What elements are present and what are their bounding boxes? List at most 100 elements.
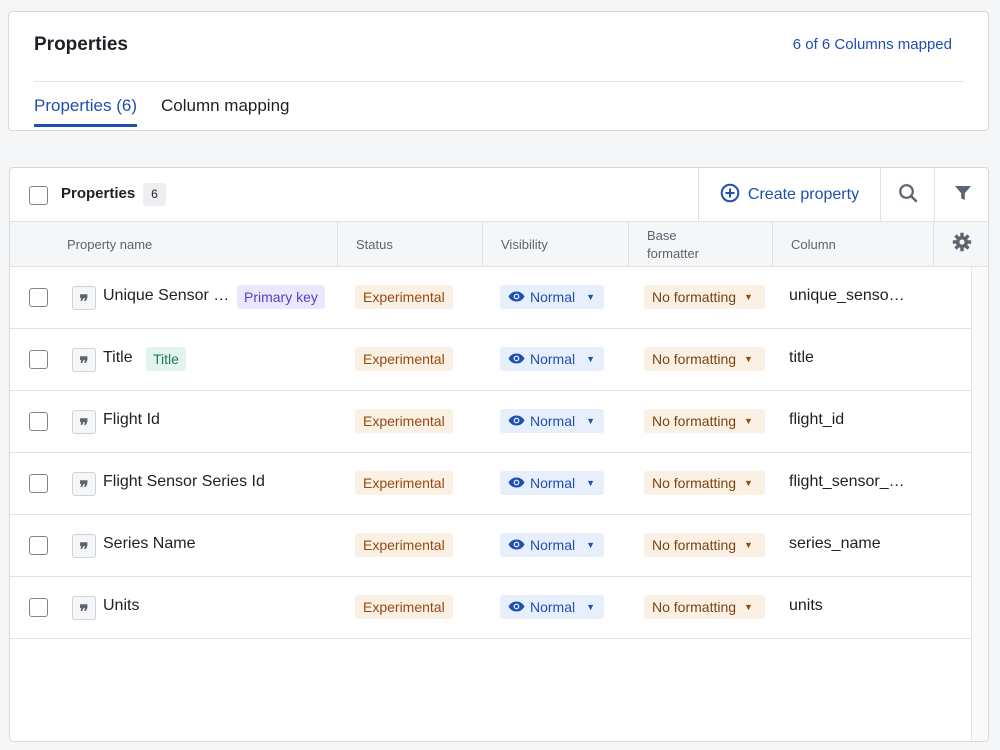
table-row[interactable]: ❞ Title Title Experimental Normal ▼ No f…: [10, 329, 971, 391]
caret-down-icon: ▼: [586, 540, 596, 550]
plus-circle-icon: [720, 183, 740, 208]
row-checkbox[interactable]: [29, 350, 48, 369]
visibility-value: Normal: [530, 537, 576, 553]
eye-icon: [508, 599, 525, 615]
formatter-value: No formatting: [652, 537, 737, 553]
property-name: Unique Sensor …: [103, 287, 230, 304]
formatter-value: No formatting: [652, 351, 737, 367]
gear-icon: [952, 232, 972, 257]
column-name: title: [789, 349, 814, 366]
visibility-dropdown[interactable]: Normal ▼: [500, 409, 604, 433]
caret-down-icon: ▼: [586, 292, 596, 302]
visibility-dropdown[interactable]: Normal ▼: [500, 533, 604, 557]
columns-mapped-link[interactable]: 6 of 6 Columns mapped: [793, 36, 952, 53]
visibility-value: Normal: [530, 599, 576, 615]
quote-icon: ❞: [72, 596, 96, 622]
caret-down-icon: ▼: [744, 540, 753, 550]
row-checkbox[interactable]: [29, 412, 48, 431]
column-settings-button[interactable]: [934, 222, 988, 267]
properties-header-card: Properties 6 of 6 Columns mapped Propert…: [8, 11, 989, 131]
visibility-value: Normal: [530, 475, 576, 491]
column-header-status[interactable]: Status: [338, 222, 483, 267]
eye-icon: [508, 289, 525, 305]
column-header-base-formatter[interactable]: Base formatter: [629, 222, 773, 267]
quote-icon: ❞: [72, 348, 96, 374]
row-checkbox[interactable]: [29, 474, 48, 493]
caret-down-icon: ▼: [586, 602, 596, 612]
search-button[interactable]: [880, 168, 935, 222]
formatter-dropdown[interactable]: No formatting ▼: [644, 595, 765, 619]
column-header-visibility[interactable]: Visibility: [483, 222, 629, 267]
row-checkbox[interactable]: [29, 536, 48, 555]
search-icon: [898, 183, 918, 208]
property-name: Title: [103, 349, 133, 366]
status-badge: Experimental: [355, 533, 453, 557]
column-header-column[interactable]: Column: [773, 222, 934, 267]
table-title: Properties: [61, 185, 136, 202]
column-name: flight_sensor_…: [789, 473, 905, 490]
eye-icon: [508, 413, 525, 429]
table-header-row: Property name Status Visibility Base for…: [10, 222, 988, 267]
visibility-value: Normal: [530, 413, 576, 429]
quote-icon: ❞: [72, 534, 96, 560]
select-all-checkbox[interactable]: [29, 186, 48, 205]
filter-icon: [954, 184, 972, 207]
quote-icon: ❞: [72, 410, 96, 436]
count-badge: 6: [143, 183, 166, 206]
filter-button[interactable]: [934, 168, 988, 222]
primary-key-tag: Primary key: [237, 285, 325, 309]
column-name: units: [789, 597, 823, 614]
visibility-value: Normal: [530, 351, 576, 367]
column-name: flight_id: [789, 411, 845, 428]
column-name: series_name: [789, 535, 881, 552]
table-row[interactable]: ❞ Series Name Experimental Normal ▼ No f…: [10, 515, 971, 577]
column-header-property-name[interactable]: Property name: [10, 222, 338, 267]
property-name: Flight Sensor Series Id: [103, 473, 265, 490]
table-row[interactable]: ❞ Flight Sensor Series Id Experimental N…: [10, 453, 971, 515]
visibility-value: Normal: [530, 289, 576, 305]
visibility-dropdown[interactable]: Normal ▼: [500, 285, 604, 309]
properties-table: Properties 6 Create property Property na…: [9, 167, 989, 742]
formatter-value: No formatting: [652, 475, 737, 491]
visibility-dropdown[interactable]: Normal ▼: [500, 471, 604, 495]
tab-bar: Properties (6) Column mapping: [34, 96, 290, 127]
property-name: Flight Id: [103, 411, 160, 428]
row-checkbox[interactable]: [29, 288, 48, 307]
formatter-dropdown[interactable]: No formatting ▼: [644, 409, 765, 433]
divider: [34, 81, 964, 82]
table-row[interactable]: ❞ Unique Sensor … Primary key Experiment…: [10, 267, 971, 329]
formatter-dropdown[interactable]: No formatting ▼: [644, 533, 765, 557]
page-title: Properties: [34, 34, 128, 55]
status-badge: Experimental: [355, 285, 453, 309]
status-badge: Experimental: [355, 595, 453, 619]
formatter-value: No formatting: [652, 599, 737, 615]
caret-down-icon: ▼: [744, 602, 753, 612]
caret-down-icon: ▼: [586, 416, 596, 426]
formatter-dropdown[interactable]: No formatting ▼: [644, 285, 765, 309]
eye-icon: [508, 351, 525, 367]
formatter-dropdown[interactable]: No formatting ▼: [644, 347, 765, 371]
caret-down-icon: ▼: [744, 478, 753, 488]
row-checkbox[interactable]: [29, 598, 48, 617]
vertical-scrollbar[interactable]: [971, 267, 988, 741]
visibility-dropdown[interactable]: Normal ▼: [500, 347, 604, 371]
tab-column-mapping[interactable]: Column mapping: [161, 96, 290, 126]
table-row[interactable]: ❞ Units Experimental Normal ▼ No formatt…: [10, 577, 971, 639]
quote-icon: ❞: [72, 472, 96, 498]
caret-down-icon: ▼: [744, 354, 753, 364]
formatter-value: No formatting: [652, 289, 737, 305]
create-property-button[interactable]: Create property: [698, 168, 880, 222]
tab-properties[interactable]: Properties (6): [34, 96, 137, 127]
caret-down-icon: ▼: [744, 292, 753, 302]
caret-down-icon: ▼: [586, 478, 596, 488]
create-property-label: Create property: [747, 186, 860, 203]
table-body: ❞ Unique Sensor … Primary key Experiment…: [10, 267, 971, 639]
column-name: unique_senso…: [789, 287, 905, 304]
column-header-base-formatter-label: Base formatter: [647, 227, 700, 261]
formatter-dropdown[interactable]: No formatting ▼: [644, 471, 765, 495]
table-row[interactable]: ❞ Flight Id Experimental Normal ▼ No for…: [10, 391, 971, 453]
eye-icon: [508, 475, 525, 491]
quote-icon: ❞: [72, 286, 96, 312]
caret-down-icon: ▼: [744, 416, 753, 426]
visibility-dropdown[interactable]: Normal ▼: [500, 595, 604, 619]
